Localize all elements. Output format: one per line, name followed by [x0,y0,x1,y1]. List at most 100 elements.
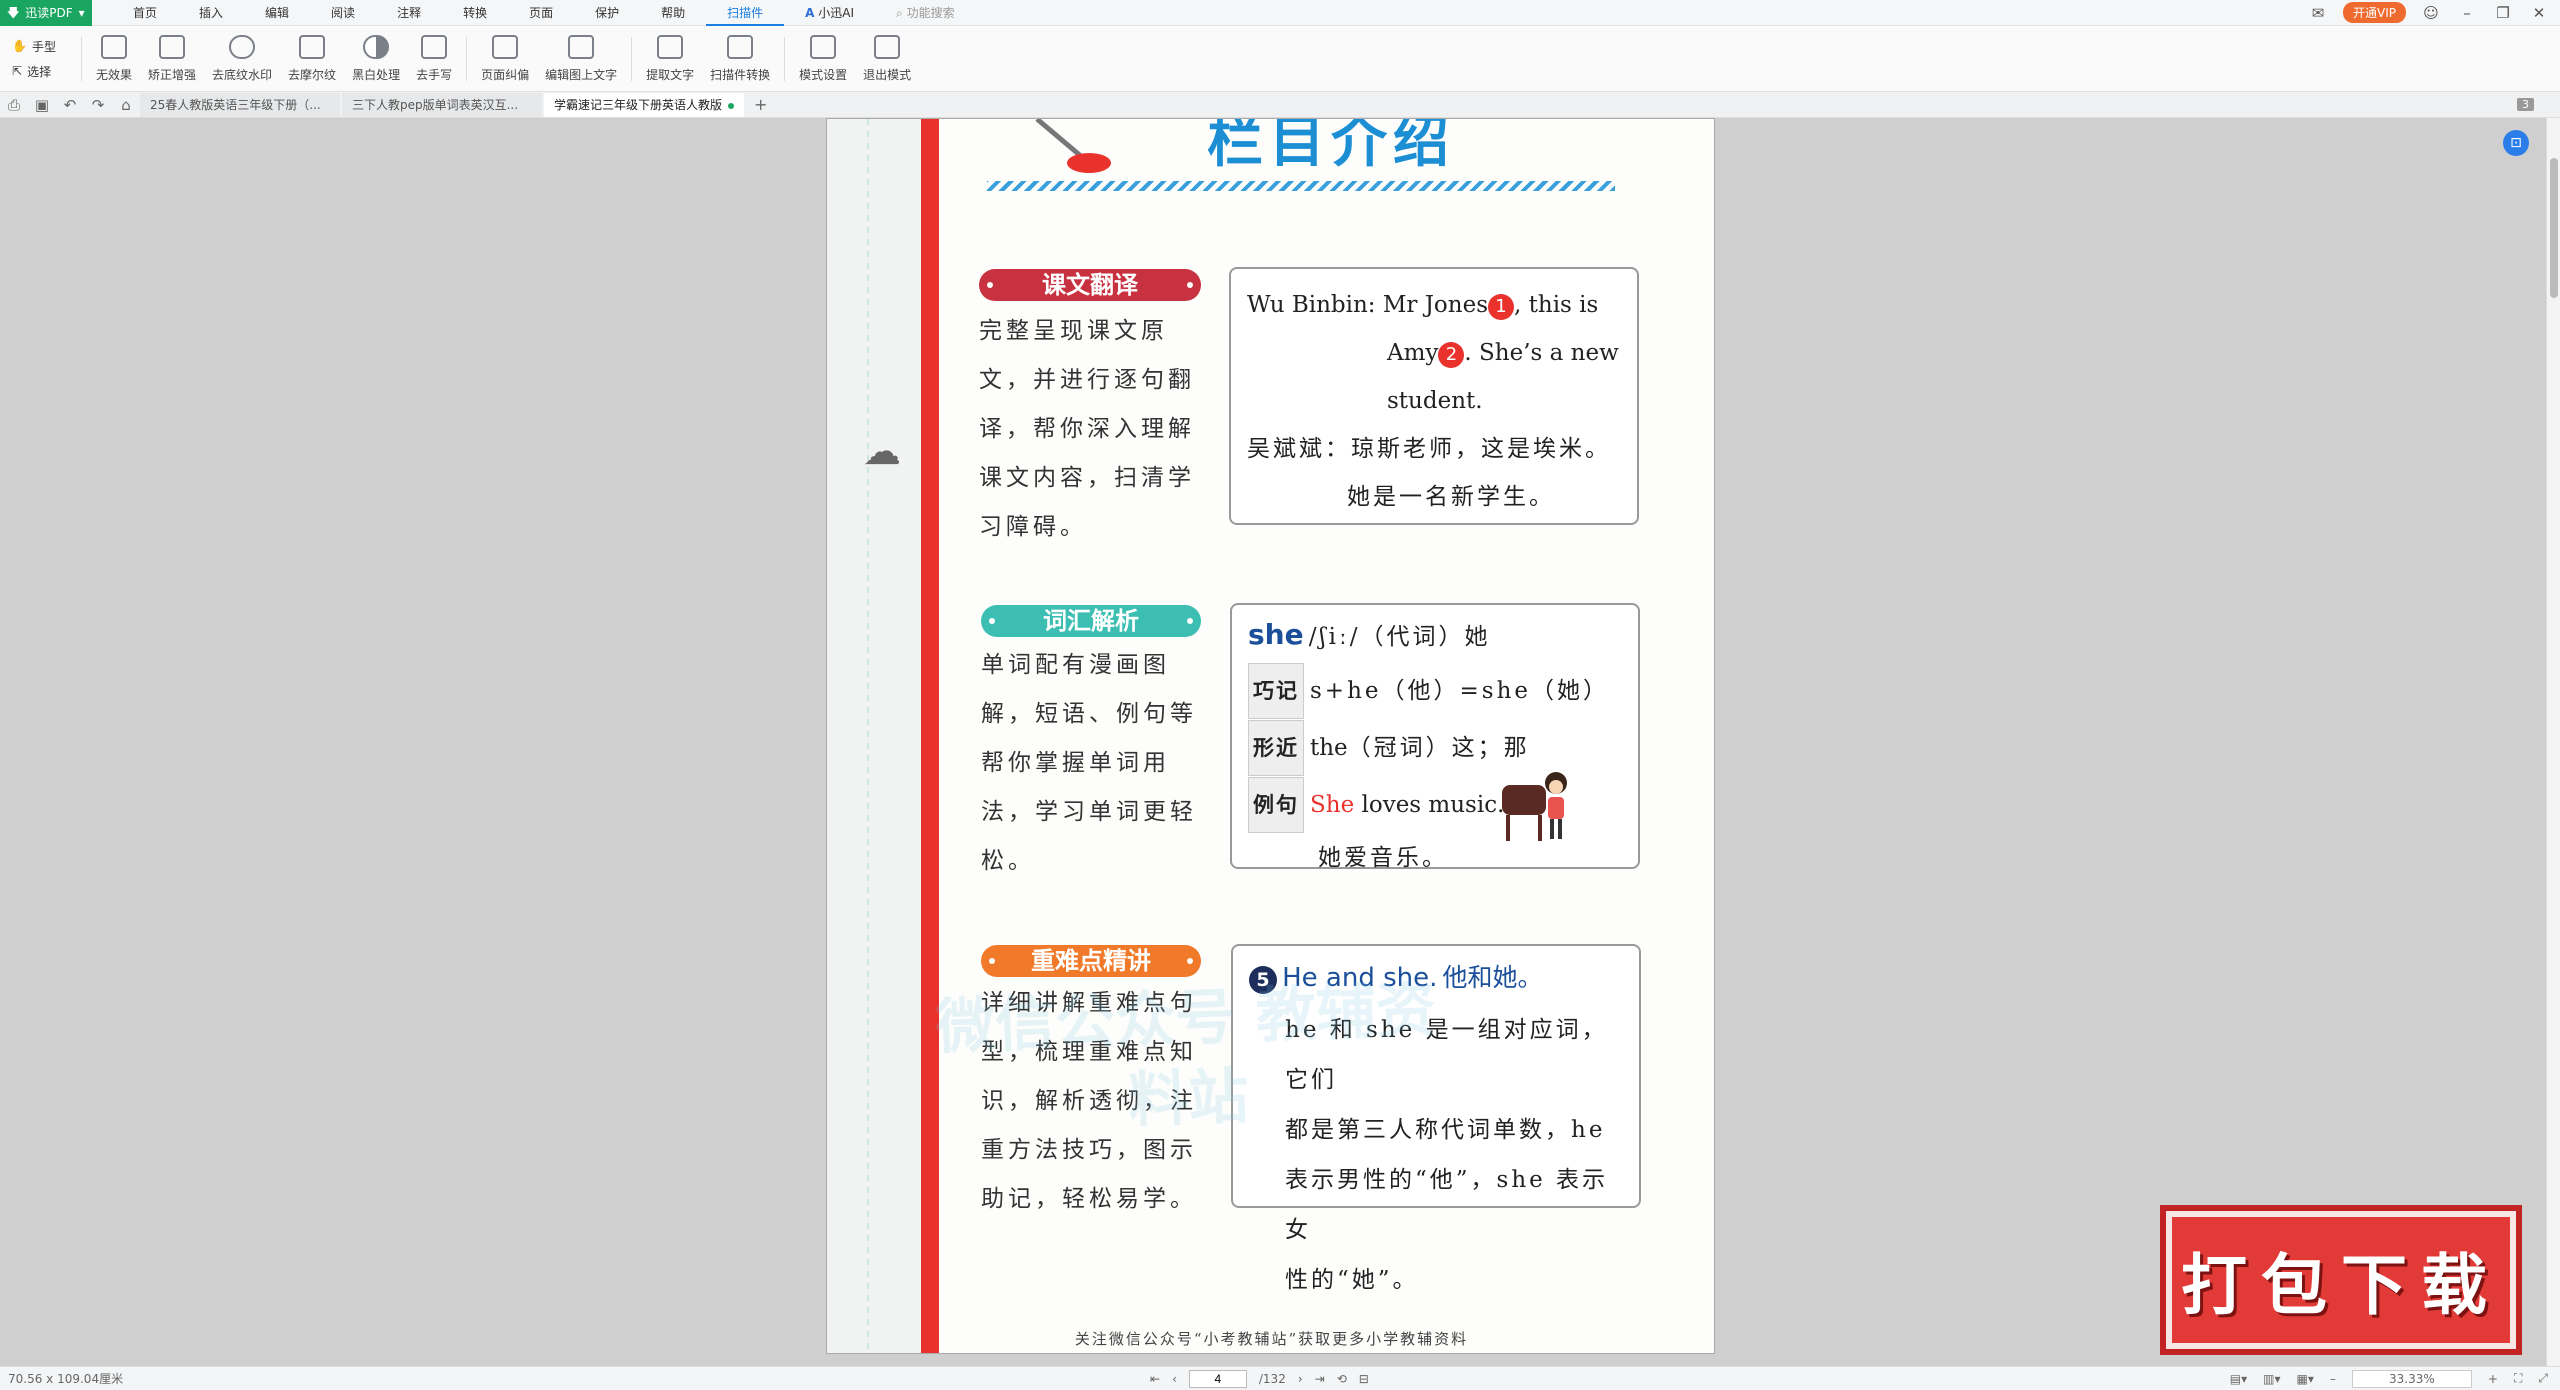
page-red-bar [921,119,939,1353]
example-text: . She’s a new [1464,340,1619,366]
zoom-level[interactable]: 33.33% [2351,1369,2472,1388]
scrollbar-thumb[interactable] [2550,158,2558,298]
divider [784,36,786,81]
extract-text-label: 提取文字 [646,67,695,82]
heading-stripe [987,181,1615,191]
last-page-icon[interactable]: ⇥ [1315,1372,1325,1386]
girl-piano-illustration-icon [1502,772,1567,841]
black-white-button[interactable]: 黑白处理 [344,31,408,87]
total-pages: /132 [1258,1371,1286,1386]
document-tab-label: 三下人教pep版单词表英汉互... [352,97,519,112]
restore-button[interactable]: ❐ [2492,4,2514,22]
close-button[interactable]: ✕ [2528,4,2550,22]
unsaved-dot-icon [728,102,735,109]
cloud-icon: ☁ [863,429,901,473]
exit-mode-button[interactable]: 退出模式 [855,31,919,87]
tab-count-badge: 3 [2517,98,2534,111]
menu-insert[interactable]: 插入 [178,0,244,26]
bookmark-icon[interactable]: ⊟ [1359,1372,1369,1386]
window-controls: ✉ 开通VIP ☺ – ❐ ✕ [2307,2,2560,23]
translation-example-box: Wu Binbin: Mr Jones 1, this is Amy 2. She’… [1229,267,1639,525]
correct-enhance-button[interactable]: 矫正增强 [140,31,204,87]
example-text: , this is [1514,292,1599,318]
menu-help[interactable]: 帮助 [640,0,706,26]
hand-icon: ✋ [12,39,27,53]
document-tab-label: 学霸速记三年级下册英语人教版 [554,97,723,112]
ribbon-toolbar: ✋ 手型 ⇱ 选择 无效果 矫正增强 去底纹水印 去摩尔纹 黑白处理 去手写 页面纠… [0,26,2560,92]
floating-tool-button[interactable]: ⊡ [2503,130,2529,156]
edit-image-text-button[interactable]: 编辑图上文字 [537,31,625,87]
menu-bar: 迅读PDF ▾ 首页 插入 编辑 阅读 注释 转换 页面 保护 帮助 扫描件 A… [0,0,2560,26]
translation-text: 吴斌斌：琼斯老师，这是埃米。 [1247,436,1611,462]
scan-convert-icon [727,34,754,59]
remove-handwriting-button[interactable]: 去手写 [408,31,460,87]
continuous-view-icon[interactable]: ▥▾ [2263,1372,2280,1386]
example-text: loves music. [1354,792,1505,818]
minimize-button[interactable]: – [2456,4,2478,22]
menu-protect[interactable]: 保护 [574,0,640,26]
print-icon[interactable]: ⎙ [0,96,28,114]
fit-page-icon[interactable]: ⛶ [2514,1371,2522,1386]
hand-tool-label: 手型 [31,39,56,54]
zoom-in-icon[interactable]: + [2488,1372,2498,1386]
redo-icon[interactable]: ↷ [84,96,112,114]
rotate-icon[interactable]: ⟲ [1337,1372,1347,1386]
add-tab-button[interactable]: + [754,95,767,114]
scan-convert-button[interactable]: 扫描件转换 [702,31,778,87]
document-viewport[interactable]: 栏目介绍 ☁ 课文翻译 完整呈现课文原文，并进行逐句翻译，帮你深入理解课文内容，… [0,118,2546,1366]
home-icon[interactable]: ⌂ [112,96,140,114]
document-tab-active[interactable]: 学霸速记三年级下册英语人教版 [544,92,744,117]
menu-convert[interactable]: 转换 [442,0,508,26]
mop-illustration-icon [1035,119,1111,173]
extract-text-button[interactable]: 提取文字 [638,31,702,87]
scan-convert-label: 扫描件转换 [710,67,771,82]
first-page-icon[interactable]: ⇤ [1150,1372,1160,1386]
save-icon[interactable]: ▣ [28,96,56,114]
mode-settings-button[interactable]: 模式设置 [791,31,855,87]
undo-icon[interactable]: ↶ [56,96,84,114]
eraser-icon [421,34,448,59]
example-text: student. [1387,388,1483,414]
translation-text: 她是一名新学生。 [1347,484,1555,510]
deskew-label: 页面纠偏 [481,67,530,82]
message-icon[interactable]: ✉ [2307,4,2329,22]
app-menu-button[interactable]: 迅读PDF ▾ [0,0,92,26]
page-footer-note: 关注微信公众号“小考教辅站”获取更多小学教辅资料 [1074,1330,1469,1348]
document-tab[interactable]: 三下人教pep版单词表英汉互... [342,92,542,117]
menu-scan[interactable]: 扫描件 [706,0,785,26]
menu-feature-search[interactable]: ⌕ 功能搜索 [875,0,976,26]
divider [466,36,468,81]
ocr-icon [657,34,684,59]
note-number: 2 [1438,342,1465,368]
tip-text: s+he（他）=she（她） [1310,678,1609,704]
prev-page-icon[interactable]: ‹ [1172,1372,1177,1386]
zoom-out-icon[interactable]: – [2330,1372,2336,1386]
remove-watermark-button[interactable]: 去底纹水印 [204,31,280,87]
menu-annotate[interactable]: 注释 [376,0,442,26]
no-effect-button[interactable]: 无效果 [88,31,140,87]
menu-read[interactable]: 阅读 [310,0,376,26]
vertical-scrollbar[interactable] [2546,118,2560,1366]
select-tool-label: 选择 [27,64,52,79]
menu-edit[interactable]: 编辑 [244,0,310,26]
no-effect-icon [101,34,127,59]
vip-button[interactable]: 开通VIP [2343,2,2406,23]
deskew-button[interactable]: 页面纠偏 [473,31,537,87]
select-tool[interactable]: ⇱ 选择 [12,63,75,80]
tip-text: the [1310,735,1348,761]
menu-page[interactable]: 页面 [508,0,574,26]
download-package-stamp[interactable]: 打包下载 [2160,1205,2522,1355]
hand-tool[interactable]: ✋ 手型 [12,38,75,55]
single-page-view-icon[interactable]: ▤▾ [2230,1372,2247,1386]
fullscreen-icon[interactable]: ⤢ [2538,1371,2548,1386]
menu-home[interactable]: 首页 [112,0,178,26]
current-page-input[interactable] [1188,1369,1247,1388]
point-text: 表示男性的“他”，she 表示女 [1285,1167,1609,1243]
document-tab[interactable]: 25春人教版英语三年级下册（... [140,92,340,117]
two-page-view-icon[interactable]: ▦▾ [2297,1372,2314,1386]
remove-moire-button[interactable]: 去摩尔纹 [280,31,344,87]
point-title-zh: 他和她。 [1442,963,1543,992]
avatar[interactable]: ☺ [2420,4,2442,22]
next-page-icon[interactable]: › [1298,1372,1303,1386]
menu-ai[interactable]: A 小迅AI [784,0,875,26]
